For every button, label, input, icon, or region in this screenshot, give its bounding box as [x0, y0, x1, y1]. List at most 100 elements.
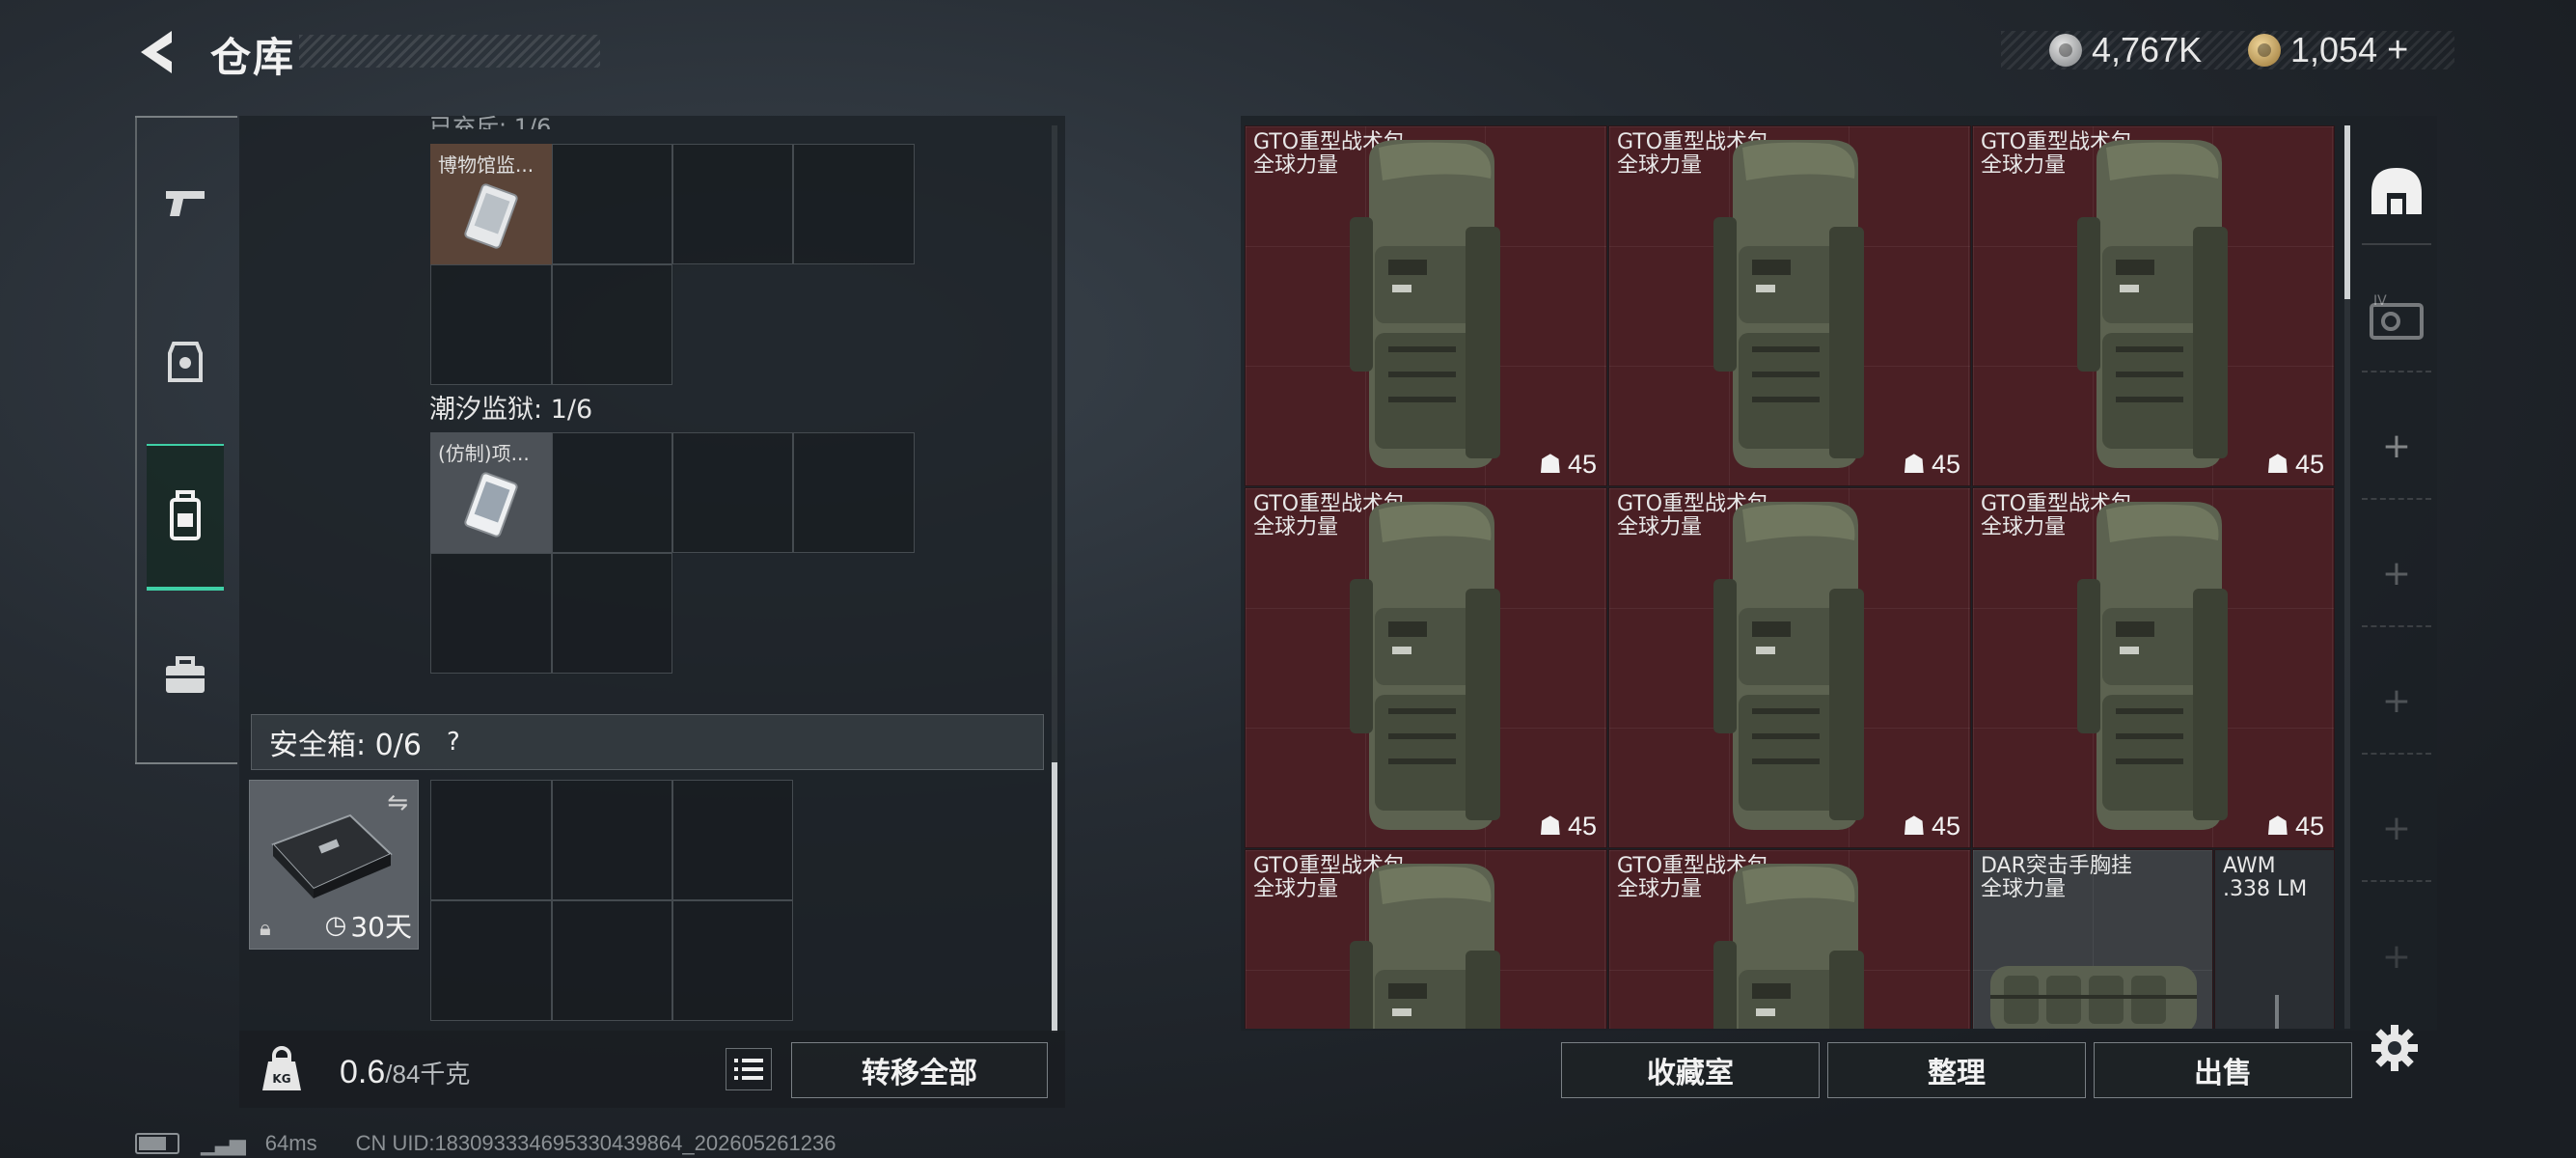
item-capacity: ☗ 45 — [1538, 812, 1597, 841]
signal-icon: ▁▃▅ — [201, 1131, 246, 1155]
tab-add-4[interactable]: + — [2362, 776, 2431, 882]
item-faction: 全球力量 — [1981, 153, 2067, 178]
clock-icon: ◷ — [324, 911, 347, 940]
grid-cell[interactable] — [672, 144, 793, 264]
grid-cell[interactable] — [552, 780, 672, 900]
item-faction: 全球力量 — [1981, 877, 2067, 901]
item-faction: 全球力量 — [1253, 515, 1339, 539]
currency-gold[interactable]: 1,054 + — [2248, 29, 2408, 71]
tab-add-3[interactable]: + — [2362, 648, 2431, 755]
silver-coin-icon — [2049, 34, 2082, 67]
backpack-icon — [1350, 140, 1500, 468]
safebox-case-icon — [271, 813, 393, 898]
rail-item-cases[interactable] — [147, 627, 224, 724]
backpack-icon — [1713, 502, 1864, 830]
silver-amount: 4,767K — [2092, 30, 2203, 69]
swap-icon[interactable]: ⇋ — [387, 788, 408, 817]
plus-icon: + — [2381, 680, 2412, 721]
stash-item[interactable]: GTO重型战术包 全球力量 ☗ 45 — [1608, 487, 1971, 848]
grid-cell[interactable] — [430, 900, 552, 1021]
stash-item[interactable]: AWM .338 LM — [2214, 849, 2335, 1029]
item-capacity: ☗ 45 — [2265, 450, 2324, 479]
svg-text:IV: IV — [2373, 293, 2387, 309]
item-label: 博物馆监... — [438, 153, 534, 177]
rail-cap-top — [135, 116, 237, 118]
currency-silver[interactable]: 4,767K — [2049, 29, 2202, 71]
status-bar: ▁▃▅ 64ms CN UID:18309333469533043986​4_2… — [135, 1131, 836, 1156]
add-currency-button[interactable]: + — [2387, 30, 2408, 71]
vault-icon — [2371, 168, 2422, 214]
weight-max: /84千克 — [385, 1060, 471, 1089]
grid-cell[interactable] — [552, 900, 672, 1021]
armor-vest-icon — [168, 342, 203, 382]
backpack-icon — [1350, 502, 1500, 830]
back-button[interactable] — [133, 27, 189, 77]
capacity-icon: ☗ — [1538, 450, 1562, 479]
sell-button[interactable]: 出售 — [2094, 1042, 2352, 1098]
grid-cell[interactable] — [793, 432, 915, 553]
tab-add-1[interactable]: + — [2362, 394, 2431, 500]
stash-item[interactable]: GTO重型战术包 全球力量 ☗ 45 — [1972, 125, 2335, 486]
grid-cell[interactable] — [552, 553, 672, 674]
grid-cell[interactable] — [552, 432, 672, 553]
item-capacity: ☗ 45 — [1902, 812, 1960, 841]
tab-secondary-stash[interactable]: IV — [2362, 266, 2431, 372]
settings-button[interactable] — [2370, 1023, 2420, 1073]
item-name: DAR突击手胸挂 — [1981, 854, 2132, 878]
grid-cell[interactable] — [672, 432, 793, 553]
ticket-icon: IV — [2370, 293, 2424, 340]
grid-cell[interactable] — [672, 780, 793, 900]
weight-icon: KG — [260, 1046, 303, 1092]
storage-scroll-thumb[interactable] — [1052, 762, 1057, 1033]
item-faction: 全球力量 — [1253, 877, 1339, 901]
capacity-icon: ☗ — [2265, 812, 2289, 841]
sort-button[interactable]: 整理 — [1827, 1042, 2086, 1098]
list-view-button[interactable] — [726, 1048, 772, 1090]
rail-item-armor[interactable] — [147, 313, 224, 409]
item-capacity: ☗ 45 — [1902, 450, 1960, 479]
grid-cell[interactable] — [430, 553, 552, 674]
prison-item-slot[interactable]: (仿制)项... — [430, 432, 552, 553]
safebox-header: 安全箱: 0/6 ? — [251, 714, 1044, 770]
item-faction: .338 LM — [2223, 877, 2308, 901]
stash-item[interactable]: GTO重型战术包 全球力量 ☗ 45 — [1245, 487, 1607, 848]
stash-item[interactable]: GTO重型战术包 全球力量 — [1608, 849, 1971, 1029]
grid-cell[interactable] — [793, 144, 915, 264]
weight-current: 0.6 — [340, 1054, 386, 1090]
museum-item-slot[interactable]: 博物馆监... — [430, 144, 552, 264]
stash-item[interactable]: GTO重型战术包 全球力量 ☗ 45 — [1608, 125, 1971, 486]
item-capacity: ☗ 45 — [1538, 450, 1597, 479]
safebox-days-label: 30天 — [350, 911, 412, 943]
page-title: 仓库 — [210, 34, 296, 81]
capacity-icon: ☗ — [2265, 450, 2289, 479]
rail-item-weapons[interactable] — [147, 154, 224, 251]
stash-item[interactable]: GTO重型战术包 全球力量 ☗ 45 — [1245, 125, 1607, 486]
rail-cap-bottom — [135, 762, 237, 764]
capacity-icon: ☗ — [1902, 812, 1926, 841]
tab-main-stash[interactable] — [2362, 139, 2431, 245]
backpack-icon — [2077, 502, 2228, 830]
grid-cell[interactable] — [430, 264, 552, 385]
stash-item[interactable]: DAR突击手胸挂 全球力量 — [1972, 849, 2213, 1029]
grid-cell[interactable] — [430, 780, 552, 900]
stash-scroll-thumb[interactable] — [2344, 125, 2350, 299]
grid-cell[interactable] — [672, 900, 793, 1021]
help-button[interactable]: ? — [437, 726, 470, 758]
tab-add-5[interactable]: + — [2362, 903, 2431, 1009]
tab-add-2[interactable]: + — [2362, 521, 2431, 627]
safebox-item[interactable]: ⇋ 🔒︎ ◷ 30天 — [249, 780, 419, 950]
collection-room-button[interactable]: 收藏室 — [1561, 1042, 1820, 1098]
briefcase-icon — [166, 656, 205, 693]
stash-item[interactable]: GTO重型战术包 全球力量 ☗ 45 — [1972, 487, 2335, 848]
capacity-icon: ☗ — [1902, 450, 1926, 479]
rail-item-backpacks[interactable] — [147, 444, 224, 591]
item-capacity: ☗ 45 — [2265, 812, 2324, 841]
item-label: (仿制)项... — [438, 442, 530, 465]
grid-cell[interactable] — [552, 264, 672, 385]
stash-item[interactable]: GTO重型战术包 全球力量 — [1245, 849, 1607, 1029]
transfer-all-button[interactable]: 转移全部 — [791, 1042, 1048, 1098]
title-decoration — [299, 35, 600, 68]
weight-readout: 0.6/84千克 — [340, 1054, 470, 1091]
plus-icon: + — [2381, 553, 2412, 593]
grid-cell[interactable] — [552, 144, 672, 264]
